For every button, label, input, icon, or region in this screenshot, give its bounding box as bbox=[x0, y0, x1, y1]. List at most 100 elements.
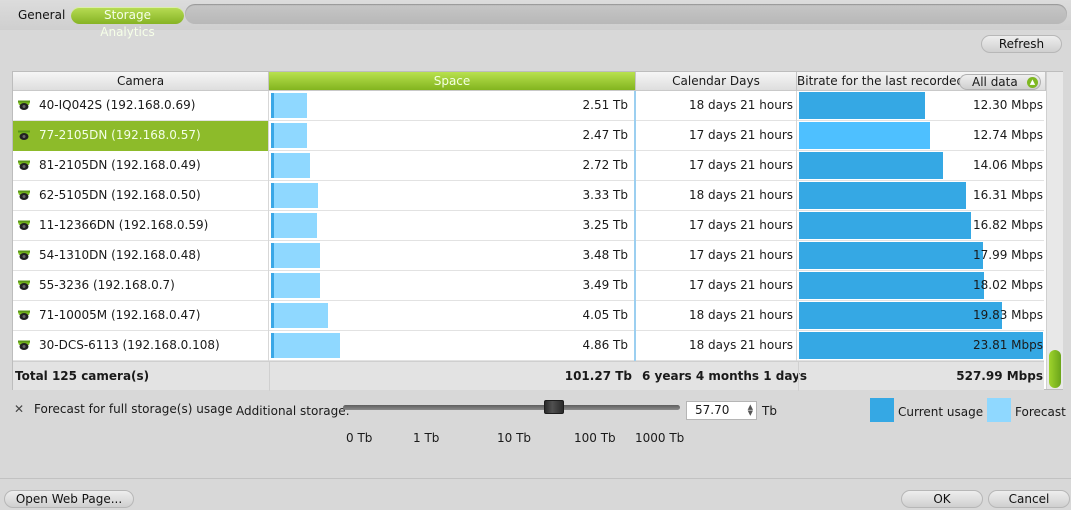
space-value: 4.05 Tb bbox=[582, 308, 628, 322]
slider-tick-label: 100 Tb bbox=[574, 431, 616, 445]
calendar-days-cell: 17 days 21 hours bbox=[638, 241, 797, 271]
column-header-space[interactable]: Space bbox=[269, 72, 636, 91]
camera-name-cell[interactable]: 40-IQ042S (192.168.0.69) bbox=[13, 91, 269, 121]
table-row[interactable]: 62-5105DN (192.168.0.50) 3.33 Tb 18 days 2… bbox=[13, 181, 1044, 211]
table-row[interactable]: 30-DCS-6113 (192.168.0.108) 4.86 Tb 18 day… bbox=[13, 331, 1044, 361]
table-scrollbar[interactable] bbox=[1046, 72, 1063, 389]
bitrate-cell: 16.82 Mbps bbox=[798, 211, 1044, 241]
bitrate-cell: 19.83 Mbps bbox=[798, 301, 1044, 331]
column-header-calendar-days[interactable]: Calendar Days bbox=[636, 72, 797, 91]
cancel-button[interactable]: Cancel bbox=[988, 490, 1070, 508]
space-value: 3.25 Tb bbox=[582, 218, 628, 232]
spinner-arrows-icon[interactable]: ▲ ▼ bbox=[748, 404, 753, 417]
tab-bar: General Storage Analytics bbox=[0, 0, 1071, 39]
ok-button[interactable]: OK bbox=[901, 490, 983, 508]
unit-label: Tb bbox=[762, 404, 777, 418]
camera-name-cell[interactable]: 81-2105DN (192.168.0.49) bbox=[13, 151, 269, 181]
table-row[interactable]: 81-2105DN (192.168.0.49) 2.72 Tb 17 days 2… bbox=[13, 151, 1044, 181]
tab-general[interactable]: General bbox=[10, 7, 73, 24]
space-cell: 3.48 Tb bbox=[269, 241, 636, 271]
camera-name-cell[interactable]: 30-DCS-6113 (192.168.0.108) bbox=[13, 331, 269, 361]
bitrate-cell: 23.81 Mbps bbox=[798, 331, 1044, 361]
bitrate-cell: 12.30 Mbps bbox=[798, 91, 1044, 121]
bitrate-bar bbox=[799, 182, 966, 209]
space-usage-bar bbox=[271, 153, 310, 178]
space-usage-bar bbox=[271, 183, 318, 208]
camera-name-cell[interactable]: 11-12366DN (192.168.0.59) bbox=[13, 211, 269, 241]
footer-divider bbox=[0, 478, 1071, 479]
camera-name-cell[interactable]: 71-10005M (192.168.0.47) bbox=[13, 301, 269, 331]
refresh-button[interactable]: Refresh bbox=[981, 35, 1062, 53]
total-cameras: Total 125 camera(s) bbox=[15, 369, 150, 383]
space-value: 2.72 Tb bbox=[582, 158, 628, 172]
bitrate-bar bbox=[799, 242, 983, 269]
space-cell: 3.33 Tb bbox=[269, 181, 636, 211]
table-row[interactable]: 77-2105DN (192.168.0.57) 2.47 Tb 17 days 2… bbox=[13, 121, 1044, 151]
additional-storage-slider[interactable] bbox=[343, 405, 680, 410]
space-usage-bar bbox=[271, 93, 307, 118]
space-value: 4.86 Tb bbox=[582, 338, 628, 352]
space-cell: 3.25 Tb bbox=[269, 211, 636, 241]
open-web-page-button[interactable]: Open Web Page... bbox=[4, 490, 134, 508]
total-days: 6 years 4 months 1 days bbox=[642, 369, 808, 383]
camera-name-cell[interactable]: 62-5105DN (192.168.0.50) bbox=[13, 181, 269, 211]
bitrate-bar bbox=[799, 302, 1002, 329]
bitrate-cell: 17.99 Mbps bbox=[798, 241, 1044, 271]
bitrate-bar bbox=[799, 92, 925, 119]
space-cell: 3.49 Tb bbox=[269, 271, 636, 301]
bitrate-bar bbox=[799, 272, 984, 299]
additional-storage-value: 57.70 bbox=[695, 403, 730, 417]
space-cell: 4.05 Tb bbox=[269, 301, 636, 331]
legend-current-label: Current usage bbox=[898, 405, 984, 419]
camera-name-cell[interactable]: 54-1310DN (192.168.0.48) bbox=[13, 241, 269, 271]
camera-name: 71-10005M (192.168.0.47) bbox=[39, 308, 201, 322]
slider-tick-label: 10 Tb bbox=[497, 431, 532, 445]
additional-storage-label: Additional storage: bbox=[236, 404, 350, 418]
camera-name: 40-IQ042S (192.168.0.69) bbox=[39, 98, 196, 112]
scrollbar-thumb[interactable] bbox=[1049, 350, 1061, 388]
bitrate-value: 12.74 Mbps bbox=[972, 128, 1043, 142]
camera-name: 54-1310DN (192.168.0.48) bbox=[39, 248, 201, 262]
forecast-checkbox[interactable]: ✕ Forecast for full storage(s) usage bbox=[14, 402, 232, 416]
table-row[interactable]: 40-IQ042S (192.168.0.69) 2.51 Tb 18 days 2… bbox=[13, 91, 1044, 121]
total-bitrate: 527.99 Mbps bbox=[798, 362, 1044, 391]
table-row[interactable]: 55-3236 (192.168.0.7) 3.49 Tb 17 days 21 h… bbox=[13, 271, 1044, 301]
table-row[interactable]: 71-10005M (192.168.0.47) 4.05 Tb 18 days 2… bbox=[13, 301, 1044, 331]
camera-name: 55-3236 (192.168.0.7) bbox=[39, 278, 175, 292]
camera-name-cell[interactable]: 77-2105DN (192.168.0.57) bbox=[13, 121, 269, 151]
camera-name: 62-5105DN (192.168.0.50) bbox=[39, 188, 201, 202]
slider-tick-label: 1000 Tb bbox=[635, 431, 685, 445]
calendar-days-cell: 17 days 21 hours bbox=[638, 211, 797, 241]
space-value: 3.33 Tb bbox=[582, 188, 628, 202]
chevron-up-icon: ▲ bbox=[1027, 77, 1038, 88]
camera-name: 30-DCS-6113 (192.168.0.108) bbox=[39, 338, 220, 352]
space-cell: 4.86 Tb bbox=[269, 331, 636, 361]
bitrate-cell: 14.06 Mbps bbox=[798, 151, 1044, 181]
space-value: 2.51 Tb bbox=[582, 98, 628, 112]
slider-tick-label: 0 Tb bbox=[346, 431, 373, 445]
bitrate-value: 14.06 Mbps bbox=[972, 158, 1043, 172]
totals-row: Total 125 camera(s) 101.27 Tb 6 years 4 … bbox=[13, 361, 1044, 391]
calendar-days-cell: 17 days 21 hours bbox=[638, 151, 797, 181]
slider-handle[interactable] bbox=[544, 400, 564, 414]
tab-storage-analytics[interactable]: Storage Analytics bbox=[71, 7, 184, 39]
calendar-days-cell: 18 days 21 hours bbox=[638, 181, 797, 211]
bitrate-value: 17.99 Mbps bbox=[972, 248, 1043, 262]
column-header-camera[interactable]: Camera bbox=[13, 72, 269, 91]
bitrate-value: 19.83 Mbps bbox=[972, 308, 1043, 322]
additional-storage-input[interactable]: 57.70 ▲ ▼ bbox=[686, 401, 757, 420]
forecast-label: Forecast for full storage(s) usage bbox=[34, 402, 233, 416]
space-usage-bar bbox=[271, 273, 320, 298]
total-space: 101.27 Tb bbox=[269, 362, 638, 391]
bitrate-value: 23.81 Mbps bbox=[972, 338, 1043, 352]
space-usage-bar bbox=[271, 333, 340, 358]
space-usage-bar bbox=[271, 243, 320, 268]
table-row[interactable]: 11-12366DN (192.168.0.59) 3.25 Tb 17 days … bbox=[13, 211, 1044, 241]
calendar-days-cell: 18 days 21 hours bbox=[638, 301, 797, 331]
bitrate-filter-dropdown[interactable]: All data ▲ bbox=[959, 74, 1041, 90]
camera-name-cell[interactable]: 55-3236 (192.168.0.7) bbox=[13, 271, 269, 301]
table-row[interactable]: 54-1310DN (192.168.0.48) 3.48 Tb 17 days 2… bbox=[13, 241, 1044, 271]
calendar-days-cell: 17 days 21 hours bbox=[638, 271, 797, 301]
bitrate-bar bbox=[799, 122, 930, 149]
space-value: 3.48 Tb bbox=[582, 248, 628, 262]
